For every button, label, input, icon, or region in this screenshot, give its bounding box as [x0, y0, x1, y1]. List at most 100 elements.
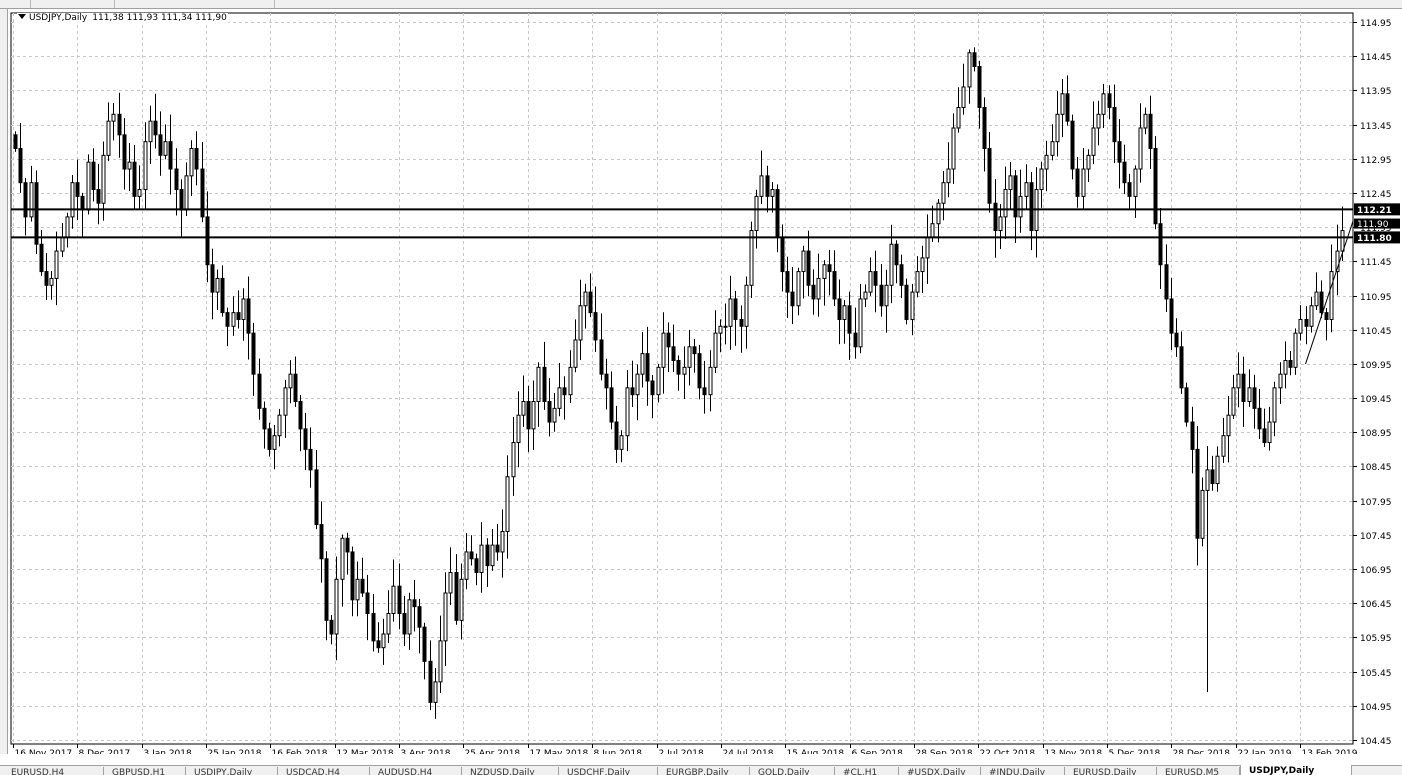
y-tick-label: 107.45 [1360, 532, 1392, 542]
candle-body [80, 195, 85, 211]
candle-body [402, 612, 407, 635]
candle-body [474, 558, 479, 573]
candle-body [365, 592, 370, 614]
candle-body [1148, 113, 1153, 150]
candle-body [1091, 127, 1096, 156]
candle-body [521, 401, 526, 416]
candle-body [547, 401, 552, 423]
candle-body [184, 175, 189, 211]
chart-canvas[interactable]: 114.95 114.45 113.95 113.45 112.95 112.45 111.… [8, 9, 1402, 754]
candle-body [640, 353, 645, 375]
candle-body [1184, 387, 1189, 423]
candle-body [847, 305, 852, 334]
candle-body [941, 182, 946, 204]
symbol-name: USDJPY,Daily [29, 13, 88, 23]
candle-body [593, 312, 598, 341]
x-tick-label: 25 Apr 2018 [465, 749, 521, 754]
candle-body [1112, 106, 1117, 143]
candle-body [1065, 93, 1070, 122]
candle-body [993, 202, 998, 232]
candle-body [770, 189, 775, 197]
candle-body [277, 414, 282, 437]
candle-body [666, 332, 671, 348]
candle-body [293, 373, 298, 403]
candle-body [728, 298, 733, 327]
price-level-label: 112.21 [1357, 206, 1392, 216]
y-tick-label: 114.45 [1360, 53, 1392, 63]
y-tick-label: 108.45 [1360, 463, 1392, 473]
candle-body [1138, 127, 1143, 170]
candle-body [1215, 455, 1220, 485]
x-tick-label: 15 Aug 2018 [787, 749, 845, 754]
candle-body [18, 148, 23, 184]
candle-body [1226, 414, 1231, 437]
candle-body [531, 401, 536, 430]
candle-body [604, 373, 609, 389]
candle-body [863, 291, 868, 300]
candle-body [889, 243, 894, 286]
candle-body [137, 189, 142, 197]
candle-body [536, 366, 541, 403]
candle-body [723, 325, 728, 328]
candle-body [1117, 141, 1122, 163]
candle-body [1164, 264, 1169, 300]
candle-body [837, 298, 842, 320]
x-tick-label: 12 Mar 2018 [337, 749, 394, 754]
candle-body [1190, 421, 1195, 450]
candle-body [842, 305, 847, 320]
toolbar-segment [30, 0, 115, 8]
candle-body [1096, 113, 1101, 129]
candle-body [1324, 312, 1329, 320]
candle-body [1153, 148, 1158, 225]
candle-body [879, 284, 884, 307]
candle-body [355, 578, 360, 601]
x-tick-label: 17 May 2018 [530, 749, 589, 754]
candle-body [220, 277, 225, 314]
candle-body [987, 148, 992, 204]
x-tick-label: 22 Oct 2018 [980, 749, 1036, 754]
candle-body [205, 216, 210, 266]
candle-body [739, 318, 744, 327]
candle-body [44, 271, 49, 286]
candle-body [692, 346, 697, 355]
candle-body [39, 243, 44, 273]
x-tick-label: 2 Jul 2018 [659, 749, 704, 754]
candle-body [1298, 318, 1303, 334]
candle-body [1314, 291, 1319, 307]
price-chart[interactable]: 114.95 114.45 113.95 113.45 112.95 112.45 111.… [8, 9, 1402, 754]
ohlc-values: 111,38 111,93 111,34 111,90 [92, 13, 227, 23]
collapse-triangle-icon[interactable] [18, 14, 26, 19]
candle-body [54, 250, 59, 279]
candle-body [1329, 271, 1334, 320]
candle-body [231, 312, 236, 327]
candle-body [827, 264, 832, 273]
candle-body [479, 544, 484, 573]
candle-body [86, 161, 91, 211]
candle-body [749, 230, 754, 286]
candle-body [179, 189, 184, 211]
candle-body [96, 189, 101, 204]
current-price-label: 111.90 [1357, 220, 1389, 230]
candle-body [645, 353, 650, 382]
candle-body [70, 182, 75, 218]
candle-body [1278, 373, 1283, 389]
x-tick-label: 3 Apr 2018 [401, 749, 451, 754]
candle-body [661, 332, 666, 368]
candle-body [148, 120, 153, 143]
candle-body [894, 243, 899, 266]
candle-body [428, 660, 433, 703]
candle-body [194, 148, 199, 170]
candle-body [1200, 489, 1205, 539]
candle-body [329, 619, 334, 635]
candle-body [1055, 113, 1060, 143]
candle-body [588, 291, 593, 314]
candle-body [868, 271, 873, 293]
candle-body [801, 250, 806, 273]
candle-body [1122, 161, 1127, 184]
candle-body [500, 530, 505, 553]
candle-body [490, 544, 495, 567]
candle-body [682, 366, 687, 375]
candle-body [381, 633, 386, 649]
candle-body [1013, 175, 1018, 218]
candle-body [853, 332, 858, 348]
